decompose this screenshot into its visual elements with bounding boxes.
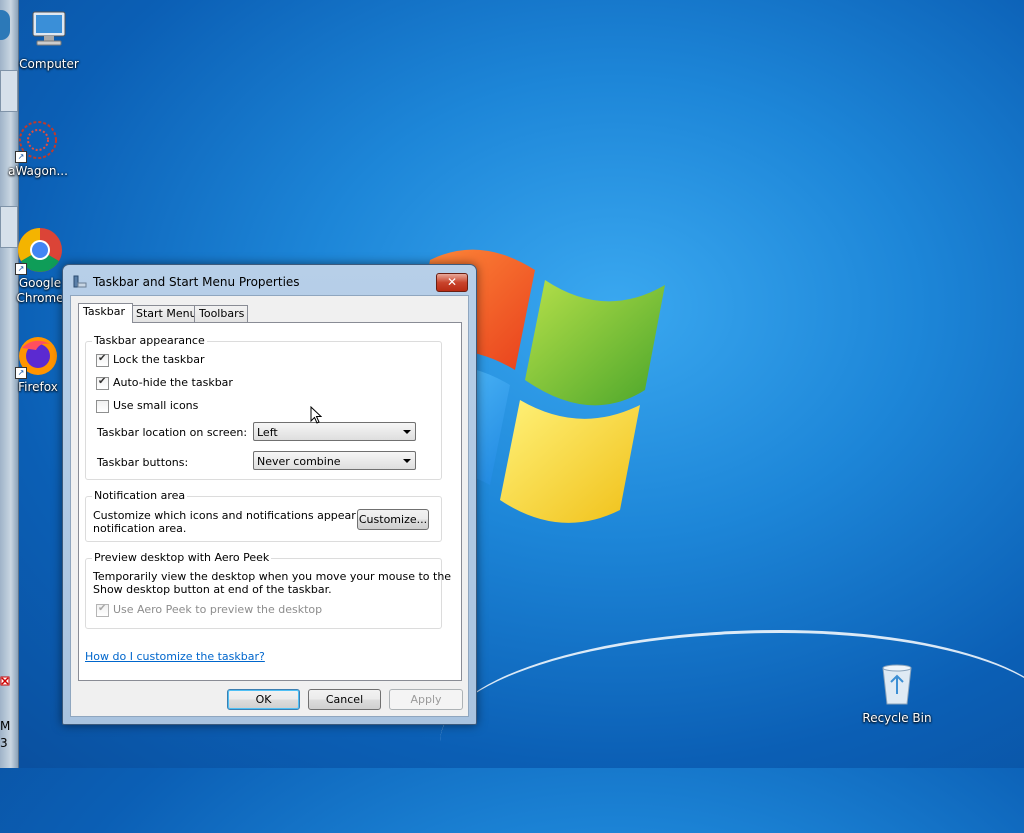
clock-text: 3 — [0, 736, 8, 750]
ok-button-label: OK — [255, 693, 272, 706]
close-icon: ✕ — [446, 275, 458, 289]
group-notification-area: Notification area Customize which icons … — [85, 489, 442, 542]
chevron-down-icon — [403, 430, 411, 434]
wallpaper-swoosh — [440, 630, 1024, 833]
aero-peek-label: Use Aero Peek to preview the desktop — [113, 603, 323, 616]
aero-peek-checkbox[interactable] — [96, 603, 109, 617]
chevron-down-icon — [403, 459, 411, 463]
apply-button-label: Apply — [410, 693, 442, 706]
cancel-button-label: Cancel — [325, 693, 364, 706]
group-taskbar-appearance: Taskbar appearance Lock the taskbar Auto… — [85, 334, 442, 480]
taskbar-buttons-label: Taskbar buttons: — [97, 456, 189, 469]
tab-toolbars[interactable]: Toolbars — [194, 305, 248, 322]
taskbar-properties-dialog[interactable]: Taskbar and Start Menu Properties ✕ Task… — [62, 264, 477, 725]
tab-taskbar[interactable]: Taskbar — [78, 303, 133, 323]
group-title: Notification area — [92, 489, 188, 502]
desktop-icon-label: aWagon... — [8, 164, 68, 178]
clock-text: M — [0, 719, 11, 733]
group-title: Taskbar appearance — [92, 334, 207, 347]
taskbar-buttons-dropdown[interactable]: Never combine — [253, 451, 416, 470]
group-title: Preview desktop with Aero Peek — [92, 551, 272, 564]
tray-flag-icon[interactable] — [0, 676, 18, 691]
help-link[interactable]: How do I customize the taskbar? — [85, 650, 265, 663]
dropdown-value: Left — [257, 426, 278, 439]
dialog-titlebar[interactable]: Taskbar and Start Menu Properties ✕ — [63, 265, 476, 295]
tab-start-menu[interactable]: Start Menu — [131, 305, 197, 322]
apply-button[interactable]: Apply — [389, 689, 463, 710]
desktop-icon-label: Recycle Bin — [862, 711, 932, 725]
dropdown-value: Never combine — [257, 455, 341, 468]
taskbar-properties-icon — [73, 275, 87, 288]
tab-label: Start Menu — [136, 307, 197, 320]
dialog-client-area: Taskbar Start Menu Toolbars Taskbar appe… — [70, 295, 469, 717]
lock-taskbar-label[interactable]: Lock the taskbar — [113, 353, 205, 366]
shortcut-arrow-icon: ↗ — [15, 263, 27, 275]
clock[interactable]: M 3 — [0, 718, 18, 752]
shortcut-arrow-icon: ↗ — [15, 367, 27, 379]
start-orb-icon[interactable] — [0, 10, 10, 40]
cancel-button[interactable]: Cancel — [308, 689, 381, 710]
desktop-icon-recycle-bin[interactable]: Recycle Bin — [859, 662, 935, 726]
dialog-title: Taskbar and Start Menu Properties — [93, 275, 300, 289]
mouse-cursor-icon — [310, 406, 322, 424]
peek-description: Temporarily view the desktop when you mo… — [93, 570, 452, 583]
desktop-icon-computer[interactable]: Computer — [11, 8, 87, 72]
tab-panel-taskbar: Taskbar appearance Lock the taskbar Auto… — [78, 322, 462, 681]
taskbar-location-dropdown[interactable]: Left — [253, 422, 416, 441]
peek-description: Show desktop button at end of the taskba… — [93, 583, 332, 596]
desktop-icon-label: Computer — [19, 57, 79, 71]
lock-taskbar-checkbox[interactable] — [96, 353, 109, 367]
autohide-taskbar-label[interactable]: Auto-hide the taskbar — [113, 376, 233, 389]
customize-button-label: Customize... — [358, 513, 428, 526]
location-label: Taskbar location on screen: — [97, 426, 248, 439]
tab-label: Taskbar — [83, 305, 125, 318]
notification-description: notification area. — [93, 522, 187, 535]
recycle-bin-icon — [882, 664, 912, 705]
taskbar-button[interactable] — [0, 70, 18, 112]
autohide-taskbar-checkbox[interactable] — [96, 376, 109, 390]
tab-label: Toolbars — [199, 307, 245, 320]
notification-description: Customize which icons and notifications … — [93, 509, 391, 522]
ok-button[interactable]: OK — [227, 689, 300, 710]
shortcut-arrow-icon: ↗ — [15, 151, 27, 163]
close-button[interactable]: ✕ — [436, 273, 468, 292]
desktop-icon-app[interactable]: ↗ aWagon... — [0, 118, 76, 179]
small-icons-label[interactable]: Use small icons — [113, 399, 198, 412]
customize-button[interactable]: Customize... — [357, 509, 429, 530]
small-icons-checkbox[interactable] — [96, 400, 109, 413]
computer-icon — [32, 11, 66, 46]
group-aero-peek: Preview desktop with Aero Peek Temporari… — [85, 551, 451, 629]
